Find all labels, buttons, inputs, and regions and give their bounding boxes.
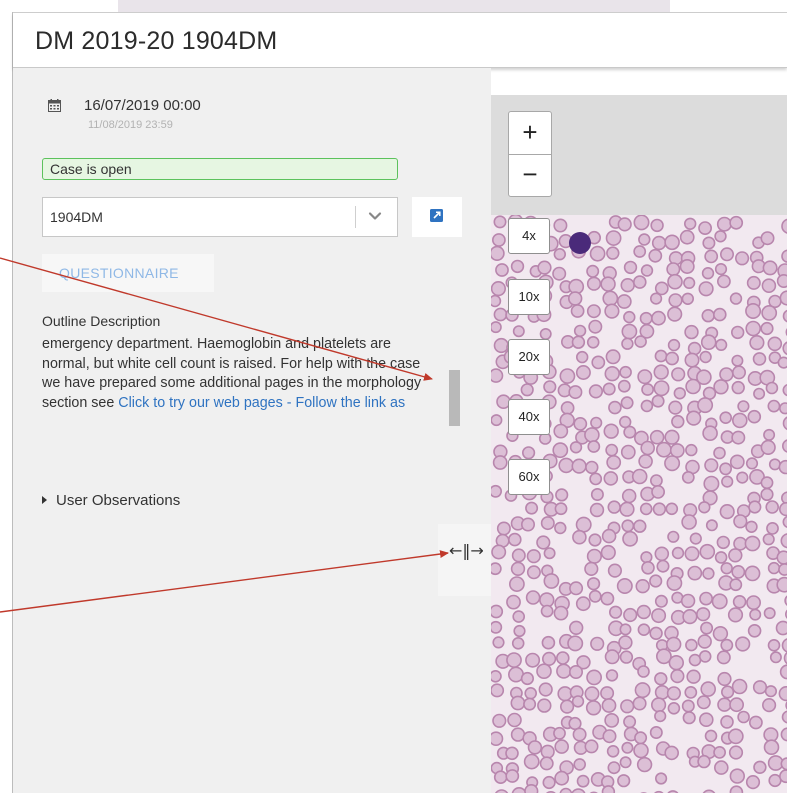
case-start-date: 16/07/2019 00:00 [84, 97, 201, 114]
questionnaire-button[interactable]: QUESTIONNAIRE [42, 254, 214, 292]
background-window-edge [0, 0, 787, 13]
user-observations-label: User Observations [56, 492, 181, 509]
external-link-icon [430, 209, 443, 222]
magnification-4x-button[interactable]: 4x [508, 218, 550, 254]
case-header: DM 2019-20 1904DM [13, 13, 787, 68]
slide-viewer[interactable] [491, 95, 787, 793]
questionnaire-label: QUESTIONNAIRE [59, 265, 179, 281]
open-external-button[interactable] [412, 197, 462, 237]
background-slide-strip [118, 0, 670, 12]
resize-arrows-icon: ←‖→ [449, 541, 484, 560]
panel-resize-handle[interactable]: ←‖→ [438, 524, 492, 596]
description-scrollbar[interactable] [449, 370, 460, 426]
case-select-value: 1904DM [50, 209, 103, 225]
expand-triangle-icon [42, 496, 47, 505]
status-label: Case is open [50, 161, 132, 177]
user-observations-toggle[interactable]: User Observations [42, 492, 180, 509]
zoom-out-button[interactable]: − [509, 154, 551, 196]
chevron-down-icon[interactable] [367, 208, 383, 224]
outline-heading: Outline Description [42, 313, 161, 329]
background-window-left-edge [0, 12, 13, 793]
magnification-20x-button[interactable]: 20x [508, 339, 550, 375]
calendar-icon [48, 99, 61, 112]
magnification-10x-button[interactable]: 10x [508, 279, 550, 315]
zoom-in-button[interactable]: + [509, 112, 551, 155]
select-divider [355, 206, 356, 228]
page-title: DM 2019-20 1904DM [35, 27, 278, 55]
web-pages-link[interactable]: Click to try our web pages - Follow the … [118, 395, 405, 411]
magnification-40x-button[interactable]: 40x [508, 399, 550, 435]
zoom-controls: + − [508, 111, 552, 197]
magnification-60x-button[interactable]: 60x [508, 459, 550, 495]
case-end-date: 11/08/2019 23:59 [88, 119, 173, 131]
outline-description: emergency department. Haemoglobin and pl… [42, 335, 442, 413]
case-select-dropdown[interactable]: 1904DM [42, 197, 398, 237]
status-badge: Case is open [42, 158, 398, 180]
